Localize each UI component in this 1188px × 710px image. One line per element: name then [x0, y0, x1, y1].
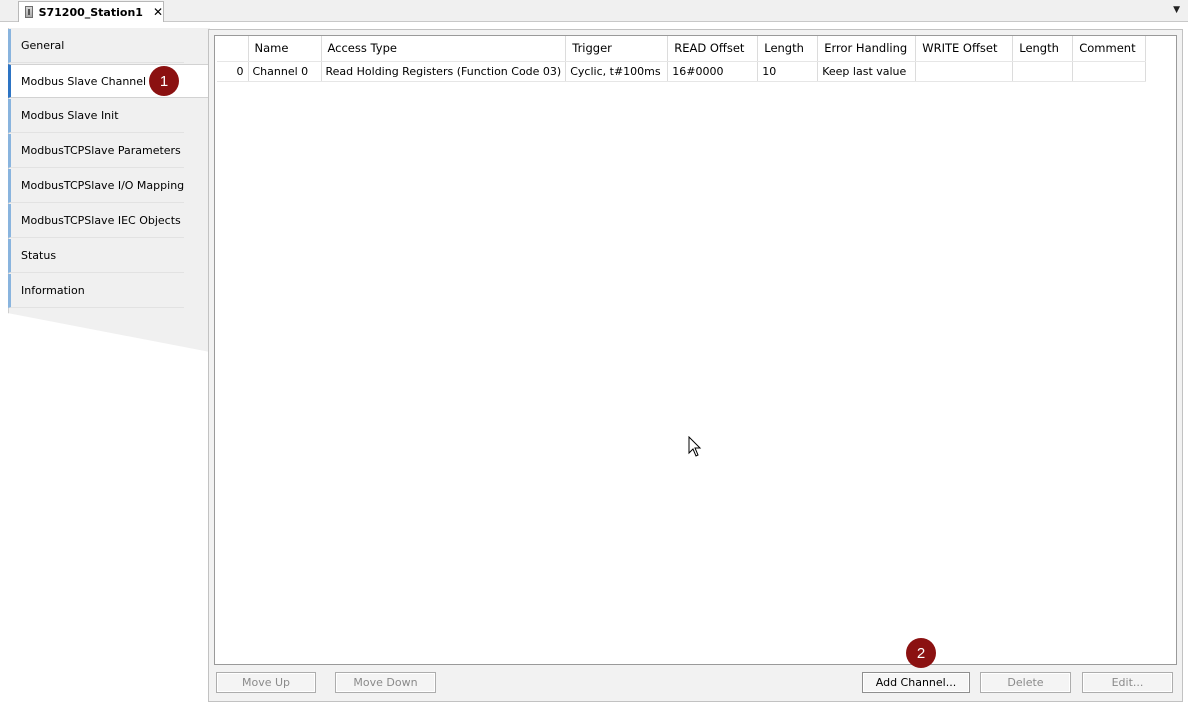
- close-icon[interactable]: ✕: [153, 5, 163, 19]
- edit-button[interactable]: Edit...: [1082, 672, 1173, 693]
- table-row[interactable]: 0 Channel 0 Read Holding Registers (Func…: [217, 61, 1147, 82]
- mouse-pointer-icon: [688, 436, 702, 457]
- cell-access-type: Read Holding Registers (Function Code 03…: [321, 61, 567, 82]
- nav-item-modbustcpslave-iec-objects[interactable]: ModbusTCPSlave IEC Objects: [8, 204, 184, 238]
- cell-read-length: 10: [757, 61, 819, 82]
- nav-item-modbus-slave-init[interactable]: Modbus Slave Init: [8, 99, 184, 133]
- delete-button[interactable]: Delete: [980, 672, 1071, 693]
- column-header-read-length[interactable]: Length: [757, 36, 819, 62]
- editor-tab-s71200-station1[interactable]: S71200_Station1 ✕: [18, 1, 164, 22]
- chevron-down-icon[interactable]: ▼: [1173, 5, 1180, 15]
- cell-read-offset: 16#0000: [667, 61, 759, 82]
- nav-item-status[interactable]: Status: [8, 239, 184, 273]
- nav-item-label: Modbus Slave Init: [21, 109, 119, 122]
- cell-name: Channel 0: [248, 61, 322, 82]
- annotation-badge-2: 2: [906, 638, 936, 668]
- cell-error-handling: Keep last value: [817, 61, 917, 82]
- column-header-access-type[interactable]: Access Type: [321, 36, 567, 62]
- move-down-button[interactable]: Move Down: [335, 672, 436, 693]
- cell-write-offset: [915, 61, 1014, 82]
- column-header-write-offset[interactable]: WRITE Offset: [915, 36, 1014, 62]
- column-header-index[interactable]: [217, 36, 249, 62]
- column-header-write-length[interactable]: Length: [1012, 36, 1074, 62]
- nav-item-modbustcpslave-parameters[interactable]: ModbusTCPSlave Parameters: [8, 134, 184, 168]
- nav-item-label: ModbusTCPSlave Parameters: [21, 144, 181, 157]
- annotation-badge-1: 1: [149, 66, 179, 96]
- table-header-row: Name Access Type Trigger READ Offset Len…: [217, 36, 1147, 62]
- nav-item-label: Modbus Slave Channel: [21, 74, 147, 88]
- column-header-trigger[interactable]: Trigger: [565, 36, 669, 62]
- nav-item-modbustcpslave-io-mapping[interactable]: ModbusTCPSlave I/O Mapping: [8, 169, 184, 203]
- device-icon: [25, 6, 33, 18]
- channel-table-frame: Name Access Type Trigger READ Offset Len…: [214, 35, 1177, 665]
- nav-item-label: Information: [21, 284, 85, 297]
- channel-table: Name Access Type Trigger READ Offset Len…: [217, 36, 1147, 82]
- nav-item-general[interactable]: General: [8, 29, 184, 63]
- cell-write-length: [1012, 61, 1074, 82]
- cell-comment: [1072, 61, 1147, 82]
- nav-item-label: General: [21, 39, 65, 52]
- editor-tab-strip: S71200_Station1 ✕ ▼: [0, 0, 1188, 22]
- nav-item-label: ModbusTCPSlave I/O Mapping: [21, 179, 185, 192]
- nav-item-label: Status: [21, 249, 57, 262]
- column-header-error-handling[interactable]: Error Handling: [817, 36, 917, 62]
- column-header-read-offset[interactable]: READ Offset: [667, 36, 759, 62]
- nav-item-modbus-slave-channel[interactable]: Modbus Slave Channel: [8, 64, 210, 98]
- cell-trigger: Cyclic, t#100ms: [565, 61, 669, 82]
- add-channel-button[interactable]: Add Channel...: [862, 672, 970, 693]
- nav-item-information[interactable]: Information: [8, 274, 184, 308]
- column-header-comment[interactable]: Comment: [1072, 36, 1147, 62]
- cell-index: 0: [217, 61, 249, 82]
- editor-tab-title: S71200_Station1: [38, 5, 143, 19]
- nav-item-label: ModbusTCPSlave IEC Objects: [21, 214, 181, 227]
- move-up-button[interactable]: Move Up: [216, 672, 316, 693]
- column-header-name[interactable]: Name: [248, 36, 322, 62]
